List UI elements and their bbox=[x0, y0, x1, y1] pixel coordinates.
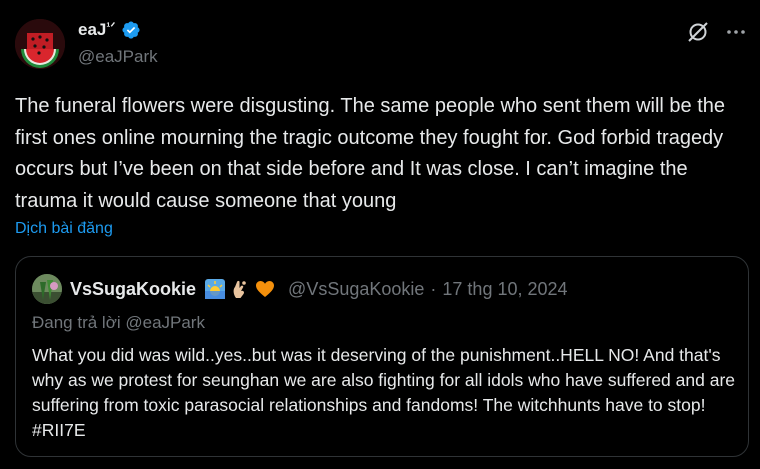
pinching-hand-emoji-icon bbox=[233, 280, 246, 298]
more-icon[interactable] bbox=[724, 20, 748, 44]
quote-separator: · bbox=[430, 278, 437, 299]
quote-name-emojis bbox=[204, 278, 276, 300]
tweet-text: The funeral flowers were disgusting. The… bbox=[15, 95, 726, 212]
quote-avatar-image bbox=[32, 274, 62, 304]
quoted-tweet-card[interactable]: VsSugaKookie @VsSugaKookie · 17 thg 10, … bbox=[15, 256, 749, 457]
sunrise-emoji-icon bbox=[205, 279, 226, 299]
quote-replying-to: Đang trả lời @eaJPark bbox=[32, 313, 205, 332]
author-display-name[interactable]: eaJ¹ᐟ bbox=[78, 20, 115, 40]
watermelon-avatar-image bbox=[15, 19, 65, 69]
author-handle[interactable]: @eaJPark bbox=[78, 47, 158, 67]
orange-heart-emoji-icon bbox=[256, 281, 275, 297]
quote-author-avatar[interactable] bbox=[32, 274, 62, 304]
quote-date[interactable]: 17 thg 10, 2024 bbox=[442, 279, 567, 300]
quote-text: What you did was wild..yes..but was it d… bbox=[32, 345, 736, 440]
top-actions bbox=[686, 20, 748, 44]
grok-icon[interactable] bbox=[686, 20, 710, 44]
author-name-text: eaJ bbox=[78, 20, 107, 39]
quote-header: VsSugaKookie @VsSugaKookie · 17 thg 10, … bbox=[32, 274, 568, 304]
author-name-row: eaJ¹ᐟ bbox=[78, 20, 141, 40]
author-name-suffix: ¹ᐟ bbox=[106, 20, 116, 34]
translate-post-link[interactable]: Dịch bài đăng bbox=[15, 220, 113, 238]
verified-badge-icon[interactable] bbox=[121, 20, 141, 40]
author-avatar[interactable] bbox=[15, 19, 65, 69]
quote-display-name[interactable]: VsSugaKookie bbox=[70, 279, 196, 300]
quote-handle[interactable]: @VsSugaKookie bbox=[288, 279, 424, 300]
